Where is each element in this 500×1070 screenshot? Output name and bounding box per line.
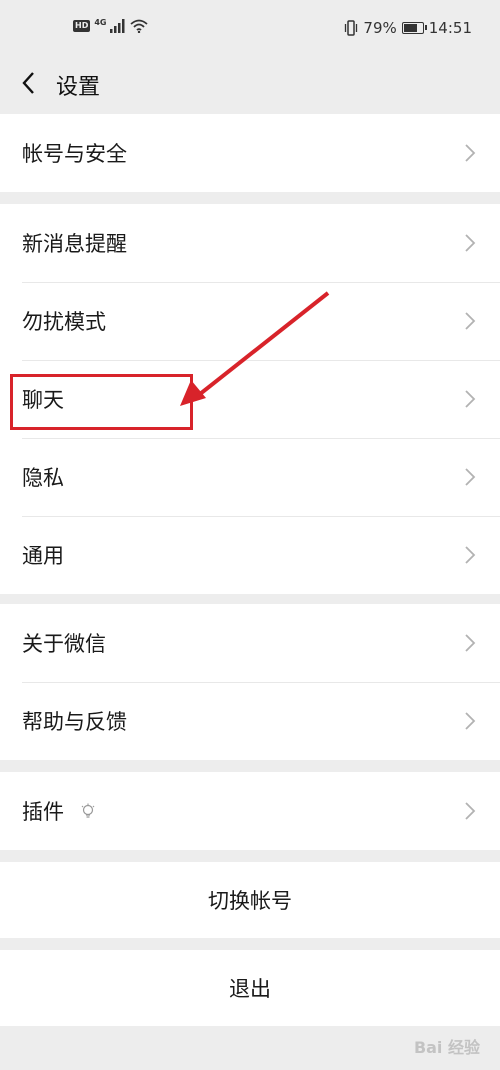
settings-item-help-feedback[interactable]: 帮助与反馈 xyxy=(0,682,500,760)
settings-item-general[interactable]: 通用 xyxy=(0,516,500,594)
vibrate-icon xyxy=(345,20,358,36)
clock: 14:51 xyxy=(428,19,472,37)
switch-account-button[interactable]: 切换帐号 xyxy=(0,862,500,938)
switch-account-label: 切换帐号 xyxy=(208,889,292,913)
hd-icon: HD xyxy=(73,20,91,32)
battery-percent: 79% xyxy=(363,19,397,37)
chevron-right-icon xyxy=(465,234,476,252)
network-type: 4G xyxy=(94,17,107,27)
chevron-right-icon xyxy=(465,390,476,408)
settings-item-label: 帮助与反馈 xyxy=(22,710,127,734)
signal-area: HD 4G xyxy=(73,17,149,33)
settings-item-label: 关于微信 xyxy=(22,632,106,656)
settings-group-about: 关于微信 帮助与反馈 xyxy=(0,604,500,760)
settings-item-account-security[interactable]: 帐号与安全 xyxy=(0,114,500,192)
settings-item-do-not-disturb[interactable]: 勿扰模式 xyxy=(0,282,500,360)
chevron-right-icon xyxy=(465,468,476,486)
chevron-right-icon xyxy=(465,802,476,820)
plugin-bulb-icon xyxy=(81,803,95,818)
back-arrow-icon[interactable] xyxy=(16,68,46,98)
settings-item-label: 通用 xyxy=(22,544,64,568)
chevron-right-icon xyxy=(465,634,476,652)
settings-item-label: 插件 xyxy=(22,800,64,824)
watermark: Bai 经验 xyxy=(413,1038,480,1057)
chevron-right-icon xyxy=(465,712,476,730)
status-right: 79% 14:51 xyxy=(344,19,472,37)
settings-item-label: 新消息提醒 xyxy=(22,232,127,256)
settings-group-plugins: 插件 xyxy=(0,772,500,850)
page-title: 设置 xyxy=(56,75,101,100)
settings-item-label: 帐号与安全 xyxy=(22,142,127,166)
nav-bar: 设置 xyxy=(0,60,500,112)
signal-icon xyxy=(110,19,125,33)
highlight-box xyxy=(10,374,193,430)
settings-item-about-wechat[interactable]: 关于微信 xyxy=(0,604,500,682)
settings-item-label: 隐私 xyxy=(22,466,64,490)
chevron-right-icon xyxy=(465,312,476,330)
logout-label: 退出 xyxy=(229,977,271,1001)
wifi-icon xyxy=(130,19,149,33)
chevron-right-icon xyxy=(465,144,476,162)
battery-icon xyxy=(401,22,427,34)
settings-group-account: 帐号与安全 xyxy=(0,114,500,192)
settings-item-notifications[interactable]: 新消息提醒 xyxy=(0,204,500,282)
logout-button[interactable]: 退出 xyxy=(0,950,500,1026)
chevron-right-icon xyxy=(465,546,476,564)
status-bar: HD 4G 79% 14:51 xyxy=(0,0,500,60)
settings-item-label: 勿扰模式 xyxy=(22,310,106,334)
settings-item-plugins[interactable]: 插件 xyxy=(0,772,500,850)
settings-item-privacy[interactable]: 隐私 xyxy=(0,438,500,516)
